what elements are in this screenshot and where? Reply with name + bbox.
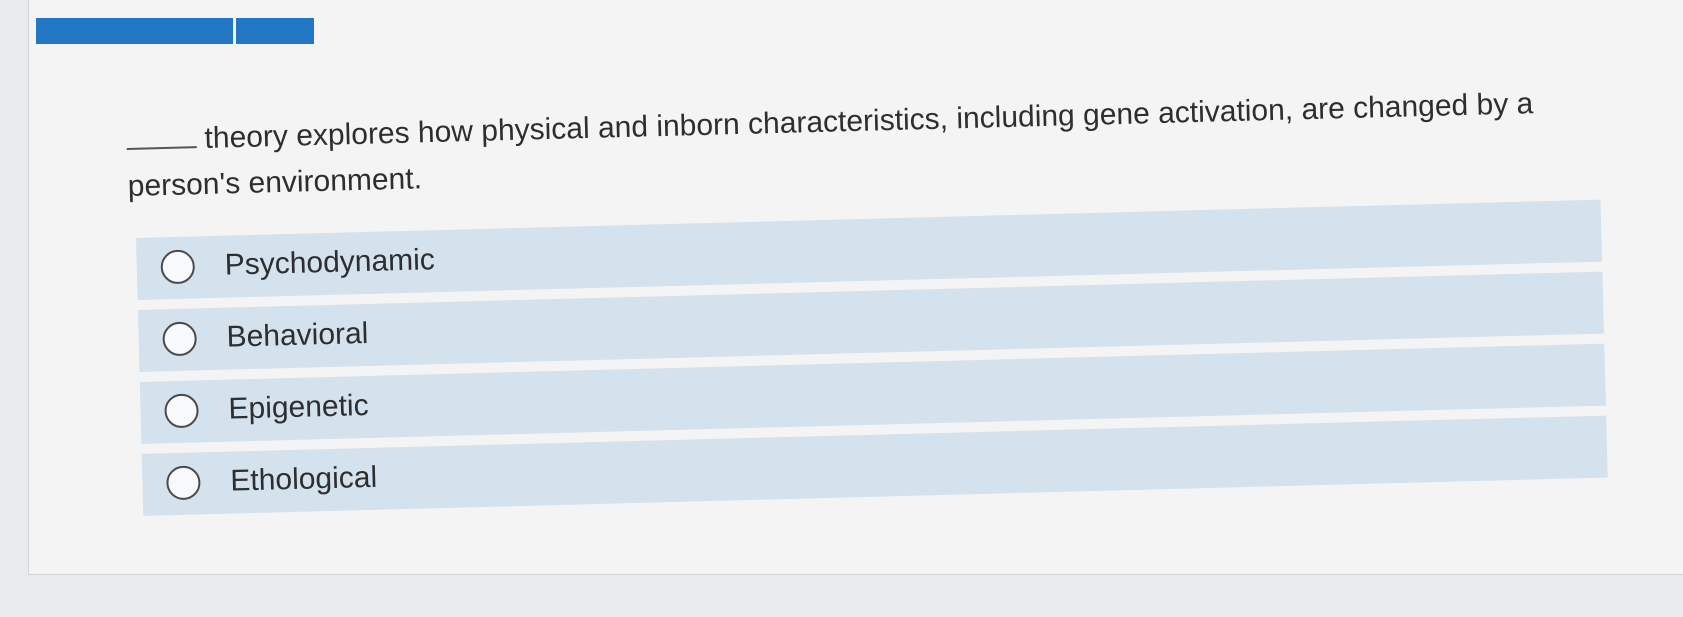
radio-button-icon[interactable] <box>164 393 199 429</box>
progress-bar-segment <box>236 18 314 44</box>
progress-bar-segment <box>36 18 233 44</box>
option-label: Epigenetic <box>228 388 370 426</box>
option-label: Ethological <box>229 460 378 498</box>
radio-button-icon[interactable] <box>160 249 196 285</box>
option-label: Psychodynamic <box>224 243 436 282</box>
radio-button-icon[interactable] <box>162 321 198 357</box>
answer-options: Psychodynamic Behavioral Epigenetic Etho… <box>136 199 1608 526</box>
radio-button-icon[interactable] <box>165 465 201 501</box>
answer-blank <box>126 120 197 150</box>
option-label: Behavioral <box>226 316 369 354</box>
